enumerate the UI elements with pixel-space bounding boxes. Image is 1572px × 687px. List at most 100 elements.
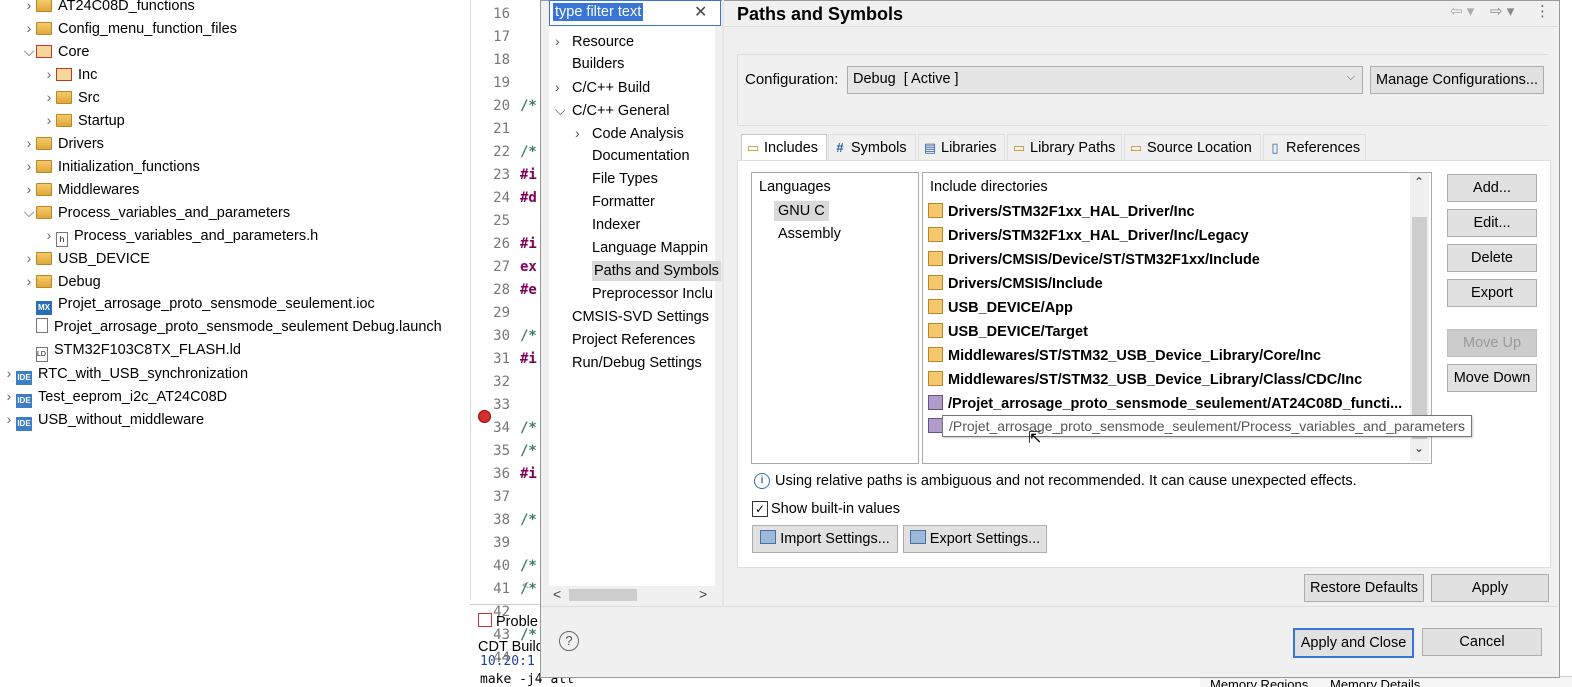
nav-forward-icon[interactable]: ⇨ ▾ — [1490, 2, 1514, 20]
nav-item[interactable]: Formatter — [575, 191, 655, 213]
collapsed-chevron-icon[interactable]: › — [42, 86, 56, 109]
tree-item[interactable]: › h Process_variables_and_parameters.h — [42, 224, 318, 247]
tab-includes[interactable]: ▭ Includes — [741, 134, 827, 163]
tab-references[interactable]: ▯ References — [1263, 134, 1366, 162]
scroll-thumb[interactable] — [569, 589, 637, 601]
nav-item[interactable]: Project References — [555, 329, 695, 351]
apply-button[interactable]: Apply — [1431, 574, 1549, 602]
collapsed-chevron-icon[interactable]: › — [42, 63, 56, 86]
collapsed-chevron-icon[interactable]: › — [42, 109, 56, 132]
move-up-button[interactable]: Move Up — [1447, 329, 1537, 357]
language-item-gnu-c[interactable]: GNU C — [774, 201, 829, 221]
collapsed-chevron-icon[interactable]: › — [42, 224, 56, 247]
collapsed-chevron-icon[interactable]: › — [2, 385, 16, 408]
configuration-select[interactable]: Debug [ Active ] ⌵ — [847, 66, 1363, 94]
expanded-chevron-icon[interactable]: ⌵ — [22, 201, 36, 224]
code-line[interactable]: #i — [520, 351, 540, 367]
nav-hscrollbar[interactable]: < > — [549, 586, 715, 604]
restore-defaults-button[interactable]: Restore Defaults — [1304, 574, 1424, 602]
cancel-button[interactable]: Cancel — [1422, 628, 1542, 656]
include-row[interactable]: /Projet_arrosage_proto_sensmode_seulemen… — [928, 392, 1402, 416]
include-row[interactable]: Drivers/CMSIS/Include — [928, 272, 1103, 296]
code-line[interactable]: /* — [520, 144, 540, 160]
tree-item[interactable]: › Debug — [22, 270, 101, 293]
tree-item[interactable]: › Middlewares — [22, 178, 140, 201]
include-row[interactable]: Drivers/STM32F1xx_HAL_Driver/Inc/Legacy — [928, 224, 1249, 248]
move-down-button[interactable]: Move Down — [1447, 364, 1537, 392]
code-line[interactable]: #i — [520, 167, 540, 183]
tree-item[interactable]: › Initialization_functions — [22, 155, 200, 178]
manage-configurations-button[interactable]: Manage Configurations... — [1370, 66, 1544, 94]
tree-item[interactable]: › Src — [42, 86, 100, 109]
code-line[interactable]: /* — [520, 443, 540, 459]
import-settings-button[interactable]: Import Settings... — [752, 525, 898, 553]
scroll-right-icon[interactable]: > — [699, 586, 707, 602]
nav-item[interactable]: › C/C++ Build — [555, 76, 650, 98]
tree-item[interactable]: ⌵ Core — [22, 40, 90, 63]
code-line[interactable]: #i — [520, 236, 540, 252]
code-line[interactable]: /* — [520, 558, 540, 574]
nav-item[interactable]: Language Mappin — [575, 237, 708, 259]
show-builtin-checkbox[interactable]: ✓ — [752, 501, 768, 517]
nav-item[interactable]: Paths and Symbols — [575, 260, 721, 282]
collapsed-chevron-icon[interactable]: › — [2, 408, 16, 431]
nav-item[interactable]: › Code Analysis — [575, 122, 684, 144]
tree-item[interactable]: Projet_arrosage_proto_sensmode_seulement… — [22, 316, 442, 339]
nav-item[interactable]: File Types — [575, 168, 658, 190]
nav-item[interactable]: Preprocessor Inclu — [575, 283, 713, 305]
nav-item[interactable]: Indexer — [575, 214, 640, 236]
collapsed-chevron-icon[interactable]: › — [22, 270, 36, 293]
collapsed-chevron-icon[interactable]: › — [22, 155, 36, 178]
tree-item[interactable]: › IDE Test_eeprom_i2c_AT24C08D — [2, 385, 227, 408]
code-line[interactable]: ex — [520, 259, 540, 275]
nav-item[interactable]: › Resource — [555, 30, 634, 52]
tree-item[interactable]: LD STM32F103C8TX_FLASH.ld — [22, 339, 241, 362]
include-row[interactable]: Drivers/STM32F1xx_HAL_Driver/Inc — [928, 200, 1195, 224]
include-row[interactable]: USB_DEVICE/Target — [928, 320, 1088, 344]
tree-item[interactable]: › IDE USB_without_middleware — [2, 408, 204, 431]
include-row[interactable]: USB_DEVICE/App — [928, 296, 1073, 320]
scroll-down-icon[interactable]: ⌄ — [1414, 441, 1424, 455]
code-line[interactable]: /* — [520, 581, 540, 597]
code-line[interactable]: /* — [520, 328, 540, 344]
collapsed-chevron-icon[interactable]: › — [22, 247, 36, 270]
code-line[interactable]: #d — [520, 190, 540, 206]
language-item-assembly[interactable]: Assembly — [778, 226, 841, 242]
collapsed-chevron-icon[interactable]: › — [22, 178, 36, 201]
expanded-chevron-icon[interactable]: ⌵ — [22, 40, 36, 63]
tree-item[interactable]: › USB_DEVICE — [22, 247, 150, 270]
tree-item[interactable]: › Drivers — [22, 132, 104, 155]
tree-item[interactable]: › AT24C08D_functions — [22, 0, 195, 17]
nav-item[interactable]: CMSIS-SVD Settings — [555, 306, 709, 328]
code-line[interactable]: #i — [520, 466, 540, 482]
scroll-up-icon[interactable]: ⌃ — [1414, 175, 1424, 189]
add-button[interactable]: Add... — [1447, 174, 1537, 202]
tree-item[interactable]: MX Projet_arrosage_proto_sensmode_seuleme… — [22, 293, 375, 316]
view-menu-icon[interactable]: ⋮ — [1535, 2, 1550, 20]
nav-item[interactable]: Builders — [555, 53, 624, 75]
include-row-partial[interactable] — [928, 418, 943, 434]
edit-button[interactable]: Edit... — [1447, 209, 1537, 237]
collapsed-chevron-icon[interactable]: › — [22, 132, 36, 155]
help-icon[interactable]: ? — [559, 631, 579, 651]
include-row[interactable]: Middlewares/ST/STM32_USB_Device_Library/… — [928, 368, 1362, 392]
scroll-thumb[interactable] — [1412, 217, 1427, 439]
collapsed-chevron-icon[interactable]: › — [22, 0, 36, 17]
collapsed-chevron-icon[interactable]: › — [555, 76, 572, 98]
scroll-left-icon[interactable]: < — [553, 586, 561, 602]
tree-item[interactable]: › Config_menu_function_files — [22, 17, 237, 40]
collapsed-chevron-icon[interactable]: › — [2, 362, 16, 385]
code-line[interactable]: /* — [520, 627, 540, 643]
tree-item[interactable]: ⌵ Process_variables_and_parameters — [22, 201, 290, 224]
code-line[interactable]: /* — [520, 512, 540, 528]
languages-list[interactable]: Languages GNU C Assembly — [751, 172, 919, 464]
apply-and-close-button[interactable]: Apply and Close — [1293, 628, 1414, 658]
export-button[interactable]: Export — [1447, 279, 1537, 307]
collapsed-chevron-icon[interactable]: › — [555, 30, 572, 52]
code-line[interactable]: /* — [520, 98, 540, 114]
nav-back-icon[interactable]: ⇦ ▾ — [1450, 2, 1474, 20]
collapsed-chevron-icon[interactable]: › — [575, 122, 592, 144]
tab-library-paths[interactable]: ▭ Library Paths — [1007, 134, 1122, 162]
tab-source-location[interactable]: ▭ Source Location — [1124, 134, 1261, 162]
export-settings-button[interactable]: Export Settings... — [903, 525, 1047, 553]
